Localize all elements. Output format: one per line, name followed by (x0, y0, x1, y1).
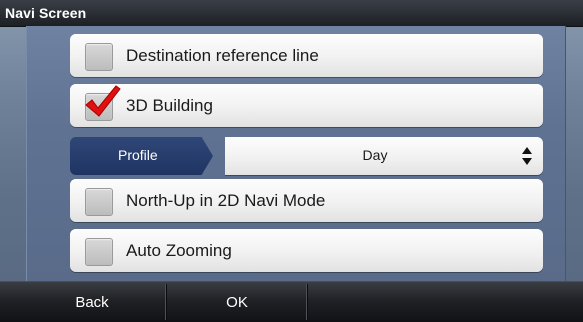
option-3d-building[interactable]: 3D Building (70, 84, 543, 127)
ok-label: OK (226, 293, 248, 311)
option-label: 3D Building (126, 96, 213, 115)
option-auto-zooming[interactable]: Auto Zooming (70, 229, 543, 272)
option-label: Auto Zooming (126, 241, 232, 260)
profile-tab: Profile (70, 137, 213, 175)
screen-title: Navi Screen (5, 5, 87, 21)
option-label: North-Up in 2D Navi Mode (126, 191, 326, 210)
profile-select[interactable]: Day (225, 137, 543, 175)
option-destination-reference-line[interactable]: Destination reference line (70, 34, 543, 77)
checkbox[interactable] (85, 43, 113, 71)
divider (165, 284, 166, 320)
checkbox[interactable] (85, 188, 113, 216)
checkbox[interactable] (85, 238, 113, 266)
title-bar: Navi Screen (0, 0, 583, 27)
profile-label: Profile (118, 147, 158, 163)
option-north-up-2d[interactable]: North-Up in 2D Navi Mode (70, 179, 543, 222)
back-label: Back (75, 293, 109, 311)
bottom-bar: Back OK (0, 281, 583, 322)
option-label: Destination reference line (126, 46, 319, 65)
profile-row: Profile Day (70, 137, 543, 175)
divider (306, 284, 307, 320)
back-button[interactable]: Back (42, 282, 142, 322)
profile-value: Day (362, 147, 388, 163)
up-down-arrows-icon (522, 147, 532, 165)
ok-button[interactable]: OK (168, 282, 306, 322)
checkmark-icon (85, 85, 121, 117)
